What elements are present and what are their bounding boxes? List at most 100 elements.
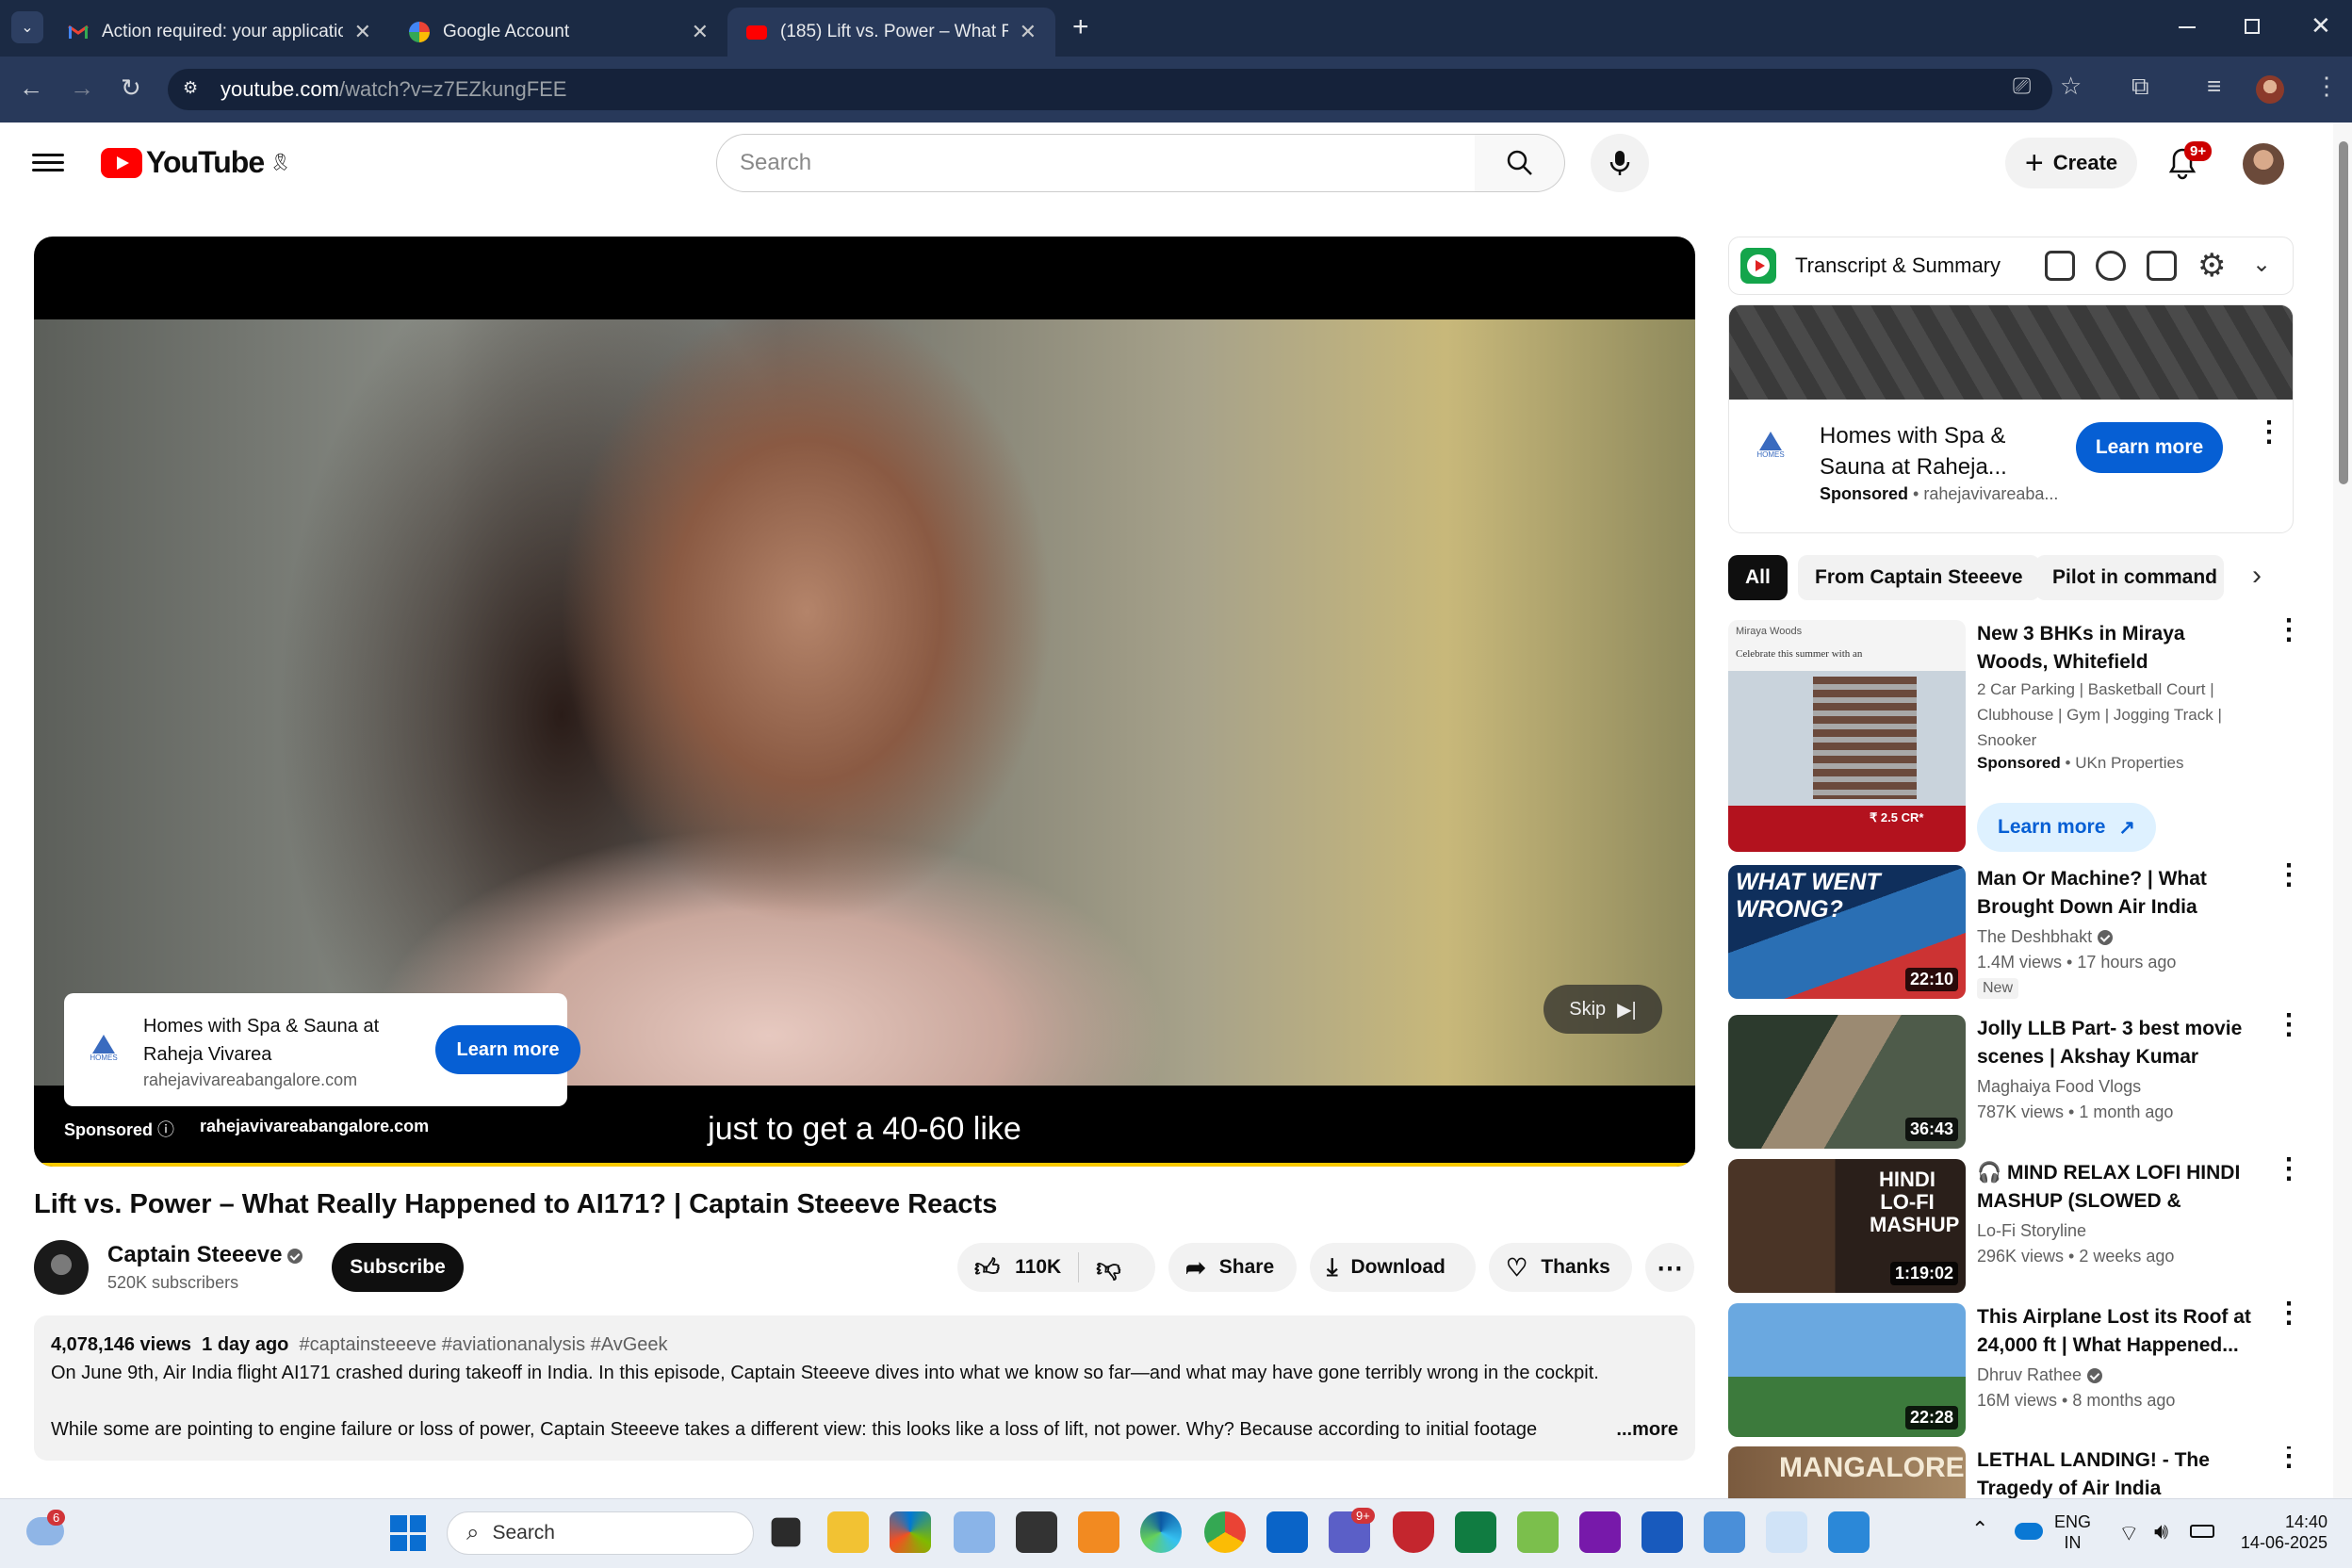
search-input[interactable]: Search [716,134,1476,192]
tab-list-button[interactable]: ⌄ [11,11,43,43]
remote-desktop-icon[interactable] [1704,1511,1745,1553]
battery-icon[interactable] [2190,1525,2214,1538]
new-tab-icon[interactable]: + [1072,11,1089,43]
video-thumbnail[interactable]: 36:43 [1728,1015,1966,1149]
chip-all[interactable]: All [1728,555,1788,600]
channel-avatar[interactable] [34,1240,89,1295]
media-control-icon[interactable]: ≡ [2207,74,2221,98]
search-button[interactable] [1475,134,1565,192]
site-info-icon[interactable]: ⚙ [183,78,205,101]
close-tab-icon[interactable]: ✕ [1020,20,1037,44]
volume-icon[interactable]: 🔊︎ [2154,1519,2168,1545]
recommended-video[interactable]: MANGALORE LETHAL LANDING! - The Tragedy … [1728,1446,2294,1498]
snipping-tool-icon[interactable] [1766,1511,1807,1553]
office-app-icon[interactable] [1078,1511,1119,1553]
ad-banner-image[interactable] [1729,305,2293,400]
onenote-icon[interactable] [1579,1511,1621,1553]
promoted-thumbnail[interactable]: Miraya Woods Celebrate this summer with … [1728,620,1966,852]
more-actions-button[interactable]: ⋯ [1645,1243,1694,1292]
close-window-icon[interactable]: ✕ [2311,11,2331,41]
recommended-video[interactable]: 36:43 Jolly LLB Part- 3 best movie scene… [1728,1011,2303,1149]
tab-gmail[interactable]: Action required: your applicatio ✕ [49,8,390,57]
minimize-icon[interactable] [2179,26,2196,28]
more-vertical-icon[interactable]: ⋮ [2275,616,2303,645]
document-icon[interactable] [2147,251,2177,281]
excel-icon[interactable] [1455,1511,1496,1553]
chrome-browser-icon[interactable] [1204,1511,1246,1553]
chevron-down-icon[interactable]: ⌄ [2252,251,2271,278]
chip-from-channel[interactable]: From Captain Steeeve [1798,555,2040,600]
video-thumbnail[interactable]: MANGALORE [1728,1446,1966,1498]
skip-ad-button[interactable]: Skip ▶| [1544,985,1662,1034]
bookmark-star-icon[interactable]: ☆ [2060,74,2082,98]
sidebar-ad-card[interactable]: HOMES Homes with Spa & Sauna at Raheja..… [1728,304,2294,533]
video-thumbnail[interactable]: 22:28 [1728,1303,1966,1437]
create-button[interactable]: + Create [2005,138,2137,188]
channel-name[interactable]: Dhruv Rathee [1977,1365,2103,1385]
input-language[interactable]: ENG IN [2054,1511,2091,1553]
task-view-icon[interactable] [771,1517,801,1547]
more-vertical-icon[interactable]: ⋮ [2275,1299,2303,1328]
video-frame[interactable] [34,319,1695,1086]
back-icon[interactable]: ← [19,75,43,100]
sidebar-ad-learn-more-button[interactable]: Learn more [2076,422,2223,473]
channel-name[interactable]: The Deshbhakt [1977,927,2114,947]
more-vertical-icon[interactable]: ⋮ [2275,1155,2303,1184]
robot-icon[interactable] [2045,251,2075,281]
chevron-right-icon[interactable]: › [2252,560,2262,592]
like-button[interactable]: 👍︎ 110K [957,1253,1061,1282]
voice-search-button[interactable] [1591,134,1649,192]
wifi-icon[interactable]: ⌔ [2118,1519,2140,1547]
youtube-logo[interactable]: YouTube 🎗 [101,145,291,180]
close-tab-icon[interactable]: ✕ [692,20,709,44]
maximize-icon[interactable] [2245,19,2260,34]
outlook-icon[interactable] [1266,1511,1308,1553]
chatgpt-icon[interactable] [2096,251,2126,281]
ad-learn-more-button[interactable]: Learn more [435,1025,580,1074]
scrollbar-thumb[interactable] [2339,141,2348,484]
channel-name[interactable]: Lo-Fi Storyline [1977,1221,2086,1241]
chrome-menu-icon[interactable]: ⋮ [2314,74,2339,98]
profile-avatar[interactable] [2256,75,2284,104]
show-hidden-icons-chevron-icon[interactable]: ⌃ [1971,1517,1988,1542]
terminal-icon[interactable] [1016,1511,1057,1553]
edge-browser-icon[interactable] [1140,1511,1182,1553]
description-box[interactable]: 4,078,146 views 1 day ago #captainsteeev… [34,1315,1695,1461]
security-shield-icon[interactable] [1393,1511,1434,1553]
file-explorer-icon[interactable] [827,1511,869,1553]
hashtags[interactable]: #captainsteeeve #aviationanalysis #AvGee… [300,1334,668,1355]
taskbar-search-input[interactable]: ⌕ Search [447,1511,754,1555]
word-icon[interactable] [1642,1511,1683,1553]
channel-name[interactable]: Maghaiya Food Vlogs [1977,1077,2141,1097]
install-app-icon[interactable]: ⎚ [2013,75,2031,98]
settings-gear-icon[interactable]: ⚙ [2197,247,2226,285]
more-vertical-icon[interactable]: ⋮ [2275,861,2303,890]
extensions-icon[interactable]: ⧉ [2132,74,2149,98]
channel-name[interactable]: Captain Steeeve [107,1242,303,1268]
start-windows-icon[interactable] [390,1515,426,1551]
promoted-learn-more-button[interactable]: Learn more ↗ [1977,803,2156,852]
subscribe-button[interactable]: Subscribe [332,1243,464,1292]
reload-icon[interactable]: ↻ [121,75,141,100]
more-vertical-icon[interactable]: ⋮ [2255,418,2283,447]
recommended-video[interactable]: 22:28 This Airplane Lost its Roof at 24,… [1728,1299,2303,1437]
window-app-icon[interactable] [954,1511,995,1553]
guide-menu-icon[interactable] [32,149,64,175]
thanks-button[interactable]: ♡ Thanks [1489,1243,1632,1292]
share-button[interactable]: ➦ Share [1168,1243,1297,1292]
show-more-link[interactable]: ...more [1616,1419,1678,1441]
forward-icon[interactable]: → [70,75,94,100]
video-player[interactable]: HOMES Homes with Spa & Sauna at Raheja V… [34,237,1695,1167]
address-bar[interactable]: ⚙ youtube.com/watch?v=z7EZkungFEE [168,69,2052,110]
player-ad-overlay[interactable]: HOMES Homes with Spa & Sauna at Raheja V… [64,993,580,1106]
dislike-button[interactable]: 👎︎ [1079,1253,1120,1282]
chip-pilot-in-command[interactable]: Pilot in command [2035,555,2224,600]
onedrive-cloud-icon[interactable] [2015,1523,2043,1540]
chart-app-icon[interactable] [1517,1511,1559,1553]
download-button[interactable]: ⤓ Download [1310,1243,1476,1292]
tab-youtube[interactable]: (185) Lift vs. Power – What Reall ✕ [727,8,1055,57]
more-vertical-icon[interactable]: ⋮ [2275,1011,2303,1039]
recommended-video[interactable]: WHAT WENT WRONG? 22:10 Man Or Machine? |… [1728,861,2303,999]
photos-icon[interactable] [1828,1511,1870,1553]
video-thumbnail[interactable]: WHAT WENT WRONG? 22:10 [1728,865,1966,999]
